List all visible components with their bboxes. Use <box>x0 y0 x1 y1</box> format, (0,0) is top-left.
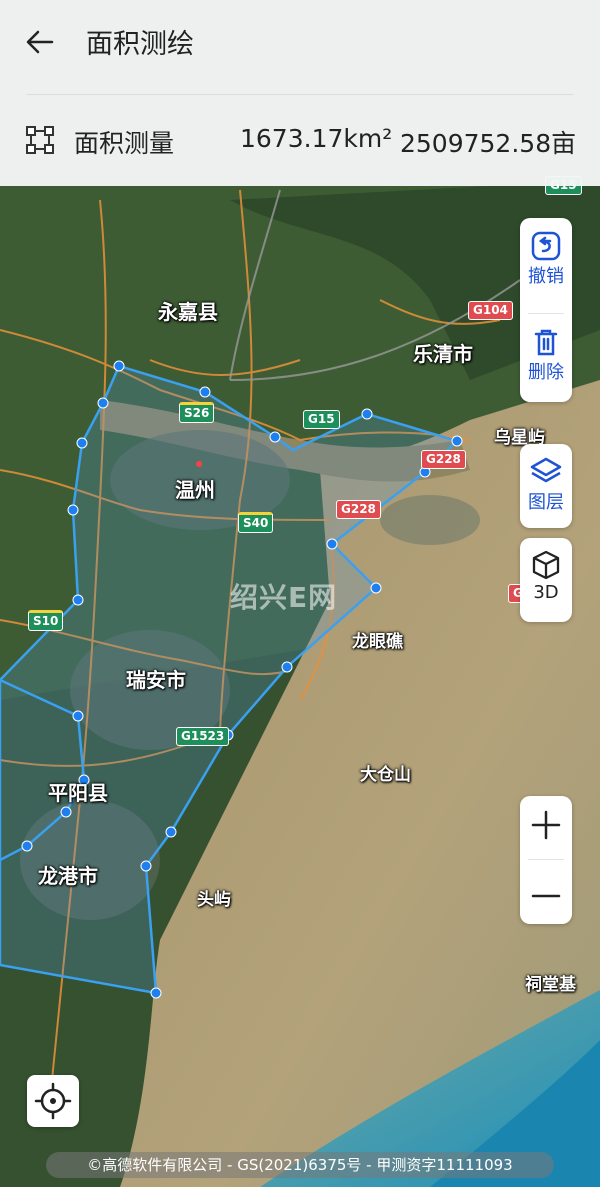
zoom-out-button[interactable] <box>520 862 572 924</box>
label-longgang: 龙港市 <box>38 864 98 888</box>
zoom-control <box>520 796 572 924</box>
label-touyu: 头屿 <box>197 890 231 910</box>
label-yueqing: 乐清市 <box>413 342 473 366</box>
delete-button[interactable]: 删除 <box>520 326 572 384</box>
plus-icon <box>531 810 561 840</box>
cube-icon <box>532 550 560 580</box>
toolbar-separator <box>528 313 564 314</box>
trash-icon <box>534 329 558 356</box>
road-shield-g228-b: G228 <box>336 500 381 519</box>
back-button[interactable] <box>24 26 56 58</box>
zoom-in-button[interactable] <box>520 796 572 858</box>
measure-mode-label: 面积测量 <box>74 129 175 158</box>
map-copyright: ©高德软件有限公司 - GS(2021)6375号 - 甲测资字11111093 <box>46 1152 554 1178</box>
area-km2-value: 1673.17km² <box>240 124 393 153</box>
label-citangji: 祠堂基 <box>525 975 576 995</box>
road-shield-s10: S10 <box>28 610 64 631</box>
label-wenzhou: 温州 <box>175 478 215 502</box>
edit-toolbar: 撤销 删除 <box>520 218 572 402</box>
view-3d-label: 3D <box>533 582 559 603</box>
locate-me-button[interactable] <box>27 1075 79 1127</box>
road-shield-s26: S26 <box>179 402 215 423</box>
undo-button[interactable]: 撤销 <box>520 230 572 288</box>
label-yongjia: 永嘉县 <box>158 300 218 324</box>
layers-button[interactable]: 图层 <box>520 444 572 528</box>
zoom-separator <box>528 859 564 860</box>
header-divider <box>26 94 574 95</box>
area-mu-value: 2509752.58亩 <box>400 129 577 158</box>
layers-icon <box>530 457 562 483</box>
minus-icon <box>531 894 561 898</box>
crosshair-icon <box>34 1082 72 1120</box>
undo-label: 撤销 <box>528 266 564 287</box>
layers-label: 图层 <box>528 492 564 513</box>
label-longyanjiao: 龙眼礁 <box>352 632 403 652</box>
label-dacangshan: 大仓山 <box>360 765 411 785</box>
view-3d-button[interactable]: 3D <box>520 538 572 622</box>
label-ruian: 瑞安市 <box>126 668 186 692</box>
watermark: 绍兴E网 <box>230 581 338 614</box>
road-shield-s40: S40 <box>238 512 274 533</box>
label-pingyang: 平阳县 <box>48 781 108 805</box>
road-shield-g104: G104 <box>468 301 513 320</box>
page-title: 面积测绘 <box>86 29 194 60</box>
road-shield-g15: G15 <box>303 410 340 429</box>
delete-label: 删除 <box>528 362 564 383</box>
undo-icon <box>531 231 561 261</box>
area-measure-icon <box>24 124 56 156</box>
road-shield-g1523: G1523 <box>176 727 230 746</box>
road-shield-g228-a: G228 <box>421 450 466 469</box>
back-arrow-icon <box>26 30 54 54</box>
header-panel: 面积测绘 面积测量 1673.17km² 2509752.58亩 <box>0 0 600 186</box>
